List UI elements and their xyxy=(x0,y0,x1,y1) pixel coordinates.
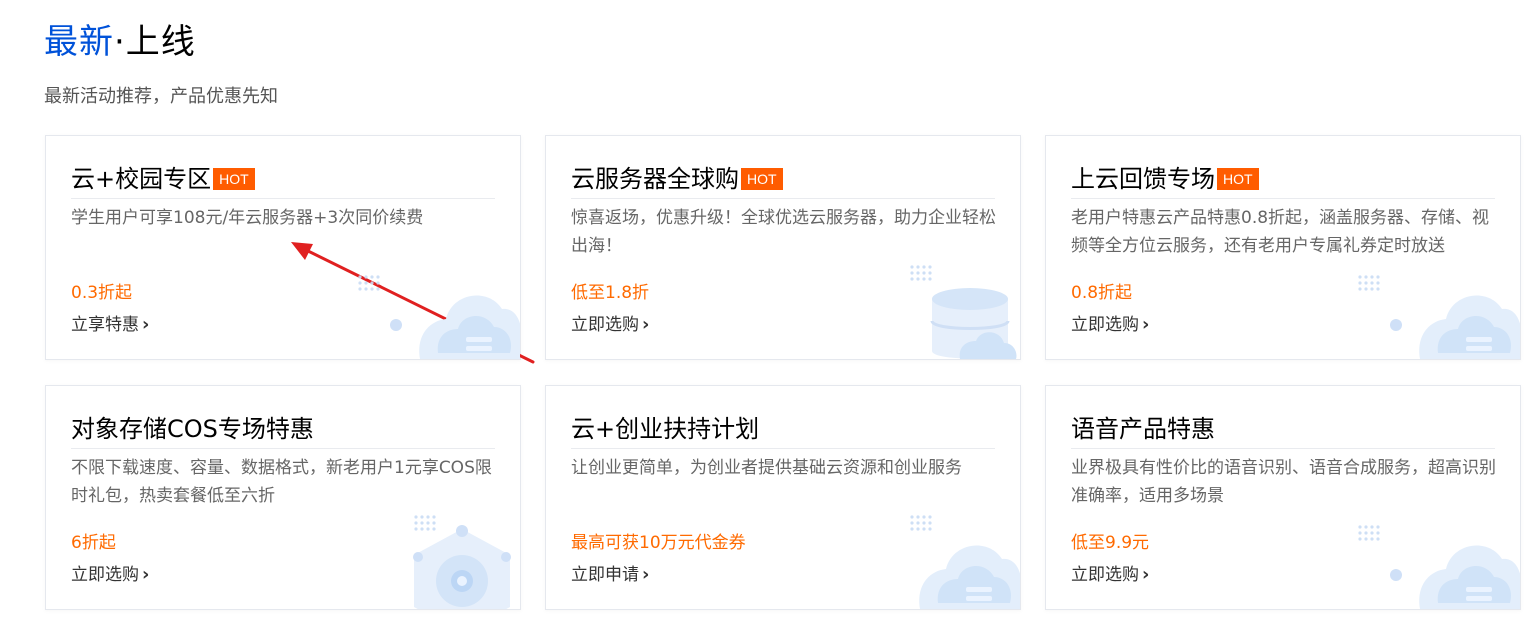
promo-card-cos-storage[interactable]: 对象存储COS专场特惠 不限下载速度、容量、数据格式，新老用户1元享COS限时礼… xyxy=(45,385,521,610)
card-title: 云+创业扶持计划 xyxy=(571,415,760,443)
card-title-row: 云+校园专区 HOT xyxy=(71,160,495,199)
card-description: 学生用户可享108元/年云服务器+3次同价续费 xyxy=(71,208,424,228)
chevron-right-icon: › xyxy=(1142,314,1150,335)
hot-badge: HOT xyxy=(1217,168,1259,190)
section-subtitle: 最新活动推荐，产品优惠先知 xyxy=(44,86,278,107)
card-price: 0.3折起 xyxy=(71,283,133,303)
card-action-label: 立享特惠 xyxy=(71,315,139,335)
section-title-rest: ·上线 xyxy=(114,22,196,62)
card-title: 云服务器全球购 xyxy=(571,165,739,193)
chevron-right-icon: › xyxy=(142,314,150,335)
cloud-icon xyxy=(910,515,1020,609)
chevron-right-icon: › xyxy=(642,314,650,335)
card-title-row: 对象存储COS专场特惠 xyxy=(71,410,495,449)
chevron-right-icon: › xyxy=(642,564,650,585)
page: 最新·上线 最新活动推荐，产品优惠先知 云+校园专区 HOT 学生用户可享108… xyxy=(0,0,1539,644)
promo-card-cloud-feedback[interactable]: 上云回馈专场 HOT 老用户特惠云产品特惠0.8折起，涵盖服务器、存储、视频等全… xyxy=(1045,135,1521,360)
card-action-link[interactable]: 立即申请 › xyxy=(571,562,649,588)
card-title-row: 语音产品特惠 xyxy=(1071,410,1495,449)
card-description: 老用户特惠云产品特惠0.8折起，涵盖服务器、存储、视频等全方位云服务，还有老用户… xyxy=(1071,208,1490,256)
card-action-label: 立即申请 xyxy=(571,565,639,585)
card-action-link[interactable]: 立即选购 › xyxy=(571,312,649,338)
promo-card-startup-support[interactable]: 云+创业扶持计划 让创业更简单，为创业者提供基础云资源和创业服务 最高可获10万… xyxy=(545,385,1021,610)
section-title-accent: 最新 xyxy=(44,22,114,62)
card-title-row: 上云回馈专场 HOT xyxy=(1071,160,1495,199)
card-action-link[interactable]: 立享特惠 › xyxy=(71,312,149,338)
card-action-link[interactable]: 立即选购 › xyxy=(1071,562,1149,588)
card-description: 惊喜返场，优惠升级！全球优选云服务器，助力企业轻松出海！ xyxy=(571,208,996,256)
card-title: 云+校园专区 xyxy=(71,165,212,193)
card-price: 6折起 xyxy=(71,533,116,553)
card-action-label: 立即选购 xyxy=(1071,565,1139,585)
card-title: 上云回馈专场 xyxy=(1071,165,1215,193)
card-title: 语音产品特惠 xyxy=(1071,415,1215,443)
hot-badge: HOT xyxy=(213,168,255,190)
cloud-icon xyxy=(358,275,520,359)
card-description: 业界极具有性价比的语音识别、语音合成服务，超高识别准确率，适用多场景 xyxy=(1071,458,1496,506)
chevron-right-icon: › xyxy=(1142,564,1150,585)
cloud-icon xyxy=(1358,275,1520,359)
card-action-label: 立即选购 xyxy=(71,565,139,585)
card-title: 对象存储COS专场特惠 xyxy=(71,415,314,443)
promo-card-global-servers[interactable]: 云服务器全球购 HOT 惊喜返场，优惠升级！全球优选云服务器，助力企业轻松出海！… xyxy=(545,135,1021,360)
card-description: 让创业更简单，为创业者提供基础云资源和创业服务 xyxy=(571,458,962,478)
card-description: 不限下载速度、容量、数据格式，新老用户1元享COS限时礼包，热卖套餐低至六折 xyxy=(71,458,492,506)
promo-card-voice-products[interactable]: 语音产品特惠 业界极具有性价比的语音识别、语音合成服务，超高识别准确率，适用多场… xyxy=(1045,385,1521,610)
promo-card-campus[interactable]: 云+校园专区 HOT 学生用户可享108元/年云服务器+3次同价续费 0.3折起… xyxy=(45,135,521,360)
section-title: 最新·上线 xyxy=(44,18,196,66)
card-title-row: 云+创业扶持计划 xyxy=(571,410,995,449)
database-cloud-icon xyxy=(910,265,1017,359)
card-price: 0.8折起 xyxy=(1071,283,1133,303)
card-action-link[interactable]: 立即选购 › xyxy=(71,562,149,588)
card-price: 低至9.9元 xyxy=(1071,533,1150,553)
chevron-right-icon: › xyxy=(142,564,150,585)
cloud-icon xyxy=(1358,525,1520,609)
card-action-label: 立即选购 xyxy=(1071,315,1139,335)
hexagon-node-icon xyxy=(413,515,511,609)
card-price: 最高可获10万元代金券 xyxy=(571,533,746,553)
card-action-link[interactable]: 立即选购 › xyxy=(1071,312,1149,338)
card-title-row: 云服务器全球购 HOT xyxy=(571,160,995,199)
hot-badge: HOT xyxy=(741,168,783,190)
card-action-label: 立即选购 xyxy=(571,315,639,335)
card-price: 低至1.8折 xyxy=(571,283,650,303)
